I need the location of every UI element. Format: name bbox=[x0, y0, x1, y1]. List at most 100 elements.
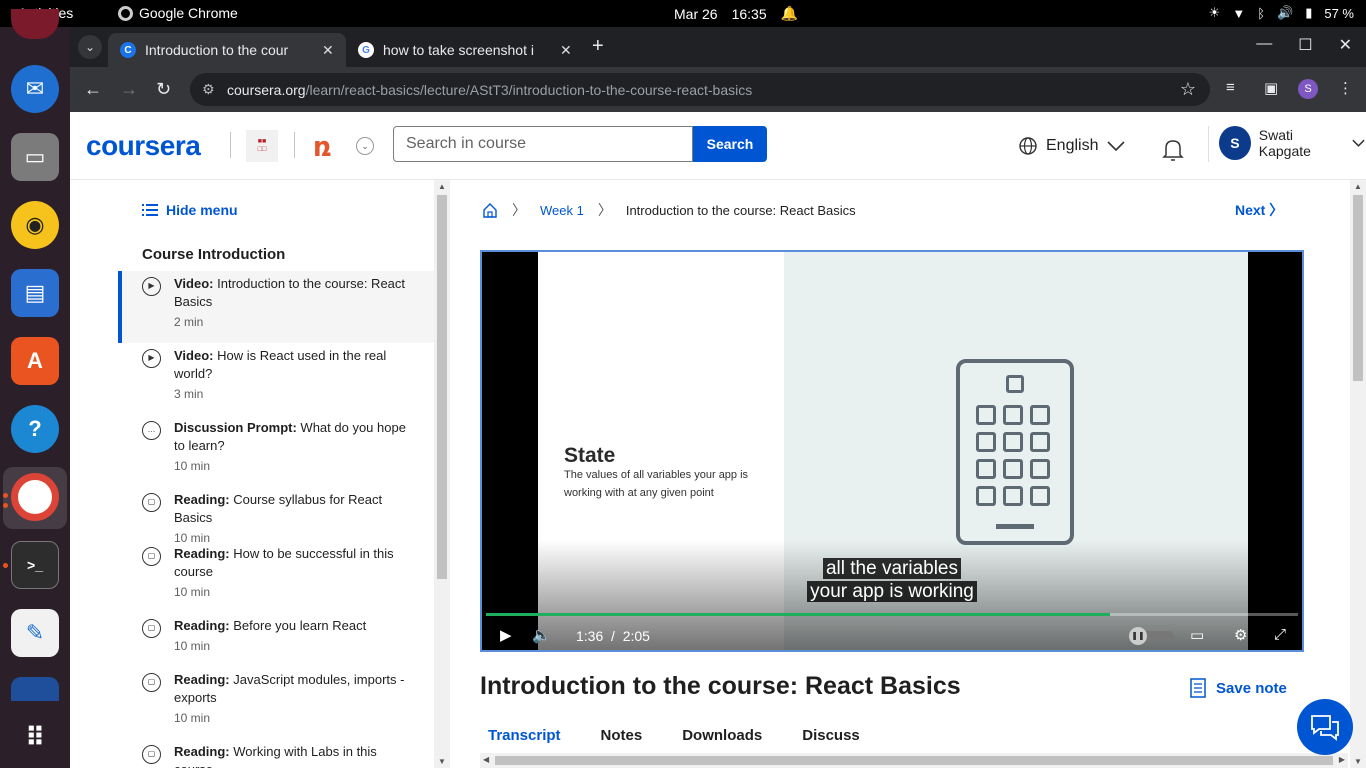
maximize-icon[interactable]: ☐ bbox=[1298, 35, 1312, 55]
slide-description: The values of all variables your app is … bbox=[564, 469, 749, 499]
app-menu[interactable]: Google Chrome bbox=[118, 5, 238, 21]
battery-icon: ▮ bbox=[1305, 5, 1313, 20]
save-note-button[interactable]: Save note bbox=[1190, 678, 1287, 698]
playback-speed-slider[interactable]: ❚❚ bbox=[1129, 627, 1174, 645]
tab-title: Introduction to the cour bbox=[145, 42, 289, 58]
scrollbar-thumb[interactable] bbox=[437, 195, 447, 579]
text-editor-icon[interactable]: ✎ bbox=[11, 609, 59, 657]
reading-icon: ▢ bbox=[142, 673, 161, 692]
main-scrollbar[interactable]: ▲ ▼ bbox=[1350, 180, 1366, 768]
hide-menu-button[interactable]: Hide menu bbox=[142, 202, 238, 218]
system-tray[interactable]: ☀ ▼ ᛒ 🔊 ▮ 57 % bbox=[1209, 5, 1354, 21]
scroll-up-arrow-icon[interactable]: ▲ bbox=[1354, 182, 1362, 191]
meta-partner-logo[interactable]: ռ bbox=[313, 130, 332, 163]
close-tab-icon[interactable]: ✕ bbox=[322, 42, 334, 59]
sidebar-item-video-real-world[interactable]: ▶ Video: How is React used in the real w… bbox=[118, 343, 434, 415]
rhythmbox-icon[interactable]: ◉ bbox=[11, 201, 59, 249]
sidebar-item-video-intro[interactable]: ▶ Video: Introduction to the course: Rea… bbox=[118, 271, 434, 343]
sidebar-item-before-react[interactable]: ▢ Reading: Before you learn React 10 min bbox=[118, 613, 434, 667]
profile-avatar[interactable]: S bbox=[1298, 79, 1318, 99]
search-button[interactable]: Search bbox=[693, 126, 767, 162]
video-player[interactable]: State The values of all variables your a… bbox=[480, 250, 1304, 652]
media-control-icon[interactable]: ≡ bbox=[1226, 79, 1235, 96]
reading-icon: ▢ bbox=[142, 547, 161, 566]
search-input[interactable]: Search in course bbox=[393, 126, 693, 162]
help-icon[interactable]: ? bbox=[11, 405, 59, 453]
breadcrumb-week[interactable]: Week 1 bbox=[540, 203, 584, 218]
tab-discuss[interactable]: Discuss bbox=[802, 727, 860, 744]
captions-icon[interactable]: ▭ bbox=[1190, 626, 1204, 644]
scroll-down-arrow-icon[interactable]: ▼ bbox=[1354, 757, 1362, 766]
chevron-right-icon: 〉 bbox=[1269, 202, 1284, 218]
chrome-menu-icon[interactable]: ⋮ bbox=[1338, 79, 1353, 97]
partner-logo[interactable]: ■■ □□ bbox=[246, 130, 278, 162]
minimize-icon[interactable]: — bbox=[1256, 35, 1272, 55]
scrollbar-thumb[interactable] bbox=[495, 756, 1333, 765]
clock[interactable]: Mar 26 16:35 🔔 bbox=[674, 5, 798, 22]
volume-icon[interactable]: 🔈 bbox=[532, 626, 551, 644]
new-tab-plus-icon[interactable]: + bbox=[592, 35, 604, 58]
coursera-header: coursera ■■ □□ ռ ⌄ Search in course Searc… bbox=[70, 112, 1366, 180]
scroll-up-arrow-icon[interactable]: ▲ bbox=[438, 182, 446, 191]
browser-toolbar: ← → ↻ ⚙ coursera.org/learn/react-basics/… bbox=[70, 67, 1366, 112]
settings-gear-icon[interactable]: ⚙ bbox=[1234, 626, 1247, 644]
scroll-right-arrow-icon[interactable]: ▶ bbox=[1339, 755, 1345, 764]
sidebar-scrollbar[interactable]: ▲ ▼ bbox=[434, 180, 450, 768]
sidebar-item-js-modules[interactable]: ▢ Reading: JavaScript modules, imports -… bbox=[118, 667, 434, 739]
dock-app-partial-icon[interactable] bbox=[11, 677, 59, 701]
url-text: coursera.org/learn/react-basics/lecture/… bbox=[227, 82, 753, 98]
user-menu[interactable]: S Swati Kapgate bbox=[1219, 126, 1366, 160]
thunderbird-icon[interactable]: ✉ bbox=[11, 65, 59, 113]
horizontal-scrollbar[interactable]: ◀ ▶ bbox=[480, 753, 1348, 768]
home-icon[interactable] bbox=[482, 202, 498, 218]
breadcrumb: 〉 Week 1 〉 Introduction to the course: R… bbox=[482, 200, 856, 220]
chrome-icon[interactable] bbox=[11, 473, 59, 521]
sidebar-item-syllabus[interactable]: ▢ Reading: Course syllabus for React Bas… bbox=[118, 487, 434, 545]
tab-transcript[interactable]: Transcript bbox=[488, 727, 561, 744]
files-icon[interactable]: ▭ bbox=[11, 133, 59, 181]
tab-downloads[interactable]: Downloads bbox=[682, 727, 762, 744]
chrome-app-icon bbox=[118, 5, 133, 21]
dock-app-partial-icon[interactable] bbox=[11, 9, 59, 39]
save-note-label: Save note bbox=[1216, 679, 1287, 697]
show-apps-icon[interactable]: ⠿ bbox=[11, 713, 59, 761]
partner-chevron-down-icon[interactable]: ⌄ bbox=[356, 137, 374, 155]
notifications-bell-icon[interactable] bbox=[1160, 136, 1186, 167]
video-progress-fill bbox=[486, 613, 1110, 616]
site-settings-icon[interactable]: ⚙ bbox=[202, 81, 215, 98]
play-icon[interactable]: ▶ bbox=[500, 626, 512, 644]
tab-search-chevron-down-icon[interactable]: ⌄ bbox=[78, 35, 102, 59]
software-center-icon[interactable]: A bbox=[11, 337, 59, 385]
sidebar-item-discussion[interactable]: … Discussion Prompt: What do you hope to… bbox=[118, 415, 434, 487]
tab-coursera[interactable]: C Introduction to the cour ✕ bbox=[108, 33, 346, 67]
back-arrow-icon[interactable]: ← bbox=[84, 79, 102, 100]
terminal-icon[interactable]: >_ bbox=[11, 541, 59, 589]
chat-support-button[interactable] bbox=[1297, 699, 1353, 755]
coursera-logo[interactable]: coursera bbox=[86, 130, 201, 162]
chevron-down-icon bbox=[1107, 141, 1126, 152]
bluetooth-icon: ᛒ bbox=[1257, 5, 1266, 21]
fullscreen-icon[interactable]: ⤢ bbox=[1274, 626, 1286, 643]
tab-google[interactable]: G how to take screenshot i ✕ bbox=[346, 33, 584, 67]
address-bar[interactable]: ⚙ coursera.org/learn/react-basics/lectur… bbox=[190, 73, 1210, 106]
scroll-down-arrow-icon[interactable]: ▼ bbox=[438, 757, 446, 766]
reload-icon[interactable]: ↻ bbox=[156, 79, 171, 100]
sidebar-item-labs[interactable]: ▢ Reading: Working with Labs in this cou… bbox=[118, 739, 434, 768]
scroll-left-arrow-icon[interactable]: ◀ bbox=[483, 755, 489, 764]
forward-arrow-icon[interactable]: → bbox=[120, 79, 138, 100]
sidebar-item-successful[interactable]: ▢ Reading: How to be successful in this … bbox=[118, 541, 434, 613]
video-progress-bar[interactable] bbox=[486, 613, 1298, 616]
next-button[interactable]: Next 〉 bbox=[1235, 200, 1283, 220]
tab-notes[interactable]: Notes bbox=[601, 727, 643, 744]
web-page: coursera ■■ □□ ռ ⌄ Search in course Searc… bbox=[70, 112, 1366, 768]
close-window-icon[interactable]: ✕ bbox=[1339, 35, 1352, 55]
language-selector[interactable]: English bbox=[1018, 136, 1126, 156]
libreoffice-writer-icon[interactable]: ▤ bbox=[11, 269, 59, 317]
side-panel-icon[interactable]: ▣ bbox=[1264, 79, 1278, 97]
notification-bell-icon: 🔔 bbox=[780, 5, 799, 21]
scrollbar-thumb[interactable] bbox=[1353, 195, 1363, 381]
bookmark-star-icon[interactable]: ☆ bbox=[1180, 79, 1196, 100]
remote-control-illustration-icon bbox=[956, 359, 1074, 545]
brightness-icon: ☀ bbox=[1208, 5, 1221, 20]
close-tab-icon[interactable]: ✕ bbox=[560, 42, 572, 59]
